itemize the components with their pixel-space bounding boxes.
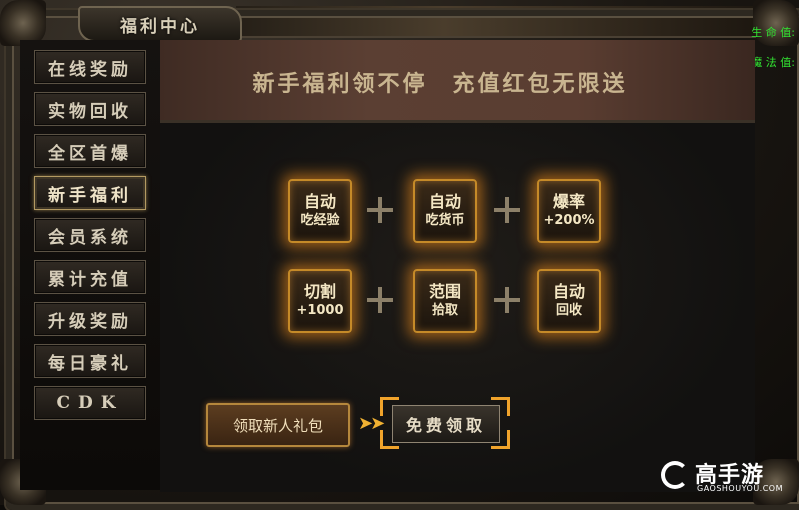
benefit-title: 范围 [428, 282, 461, 301]
free-claim-button[interactable]: 免费领取 [392, 405, 500, 443]
benefit-title: 切割 [303, 282, 336, 301]
sidebar-item-first-drop[interactable]: 全区首爆 [34, 134, 146, 168]
benefit-desc: 回收 [555, 303, 582, 318]
benefit-desc: +1000 [296, 303, 344, 318]
plus-icon [494, 287, 520, 313]
banner-text: 新手福利领不停 充值红包无限送 [252, 71, 628, 97]
benefit-title: 自动 [428, 192, 461, 211]
newbie-gift-label: 领取新人礼包 [206, 403, 350, 447]
benefit-auto-exp: 自动 吃经验 [288, 179, 352, 243]
claim-button-frame: 免费领取 [380, 397, 510, 449]
sidebar: 在线奖励 实物回收 全区首爆 新手福利 会员系统 累计充值 升级奖励 每日豪礼 … [20, 40, 162, 490]
benefit-area-pickup: 范围 拾取 [413, 269, 477, 333]
sidebar-item-level-reward[interactable]: 升级奖励 [34, 302, 146, 336]
sidebar-item-membership[interactable]: 会员系统 [34, 218, 146, 252]
mp-label: 魔 法 值: [751, 56, 795, 69]
window-title: 福利中心 [78, 6, 242, 42]
benefit-title: 自动 [552, 282, 585, 301]
benefit-desc: 吃经验 [300, 213, 340, 228]
benefit-desc: 拾取 [431, 303, 458, 318]
benefits-area: 自动 吃经验 自动 吃货币 爆率 +200% 切割 +1000 范围 拾取 自动… [160, 123, 755, 492]
content-panel: 新手福利领不停 充值红包无限送 自动 吃经验 自动 吃货币 爆率 +200% 切… [160, 40, 755, 492]
benefit-desc: 吃货币 [425, 213, 465, 228]
sidebar-item-item-recycle[interactable]: 实物回收 [34, 92, 146, 126]
benefit-drop-rate: 爆率 +200% [537, 179, 601, 243]
sidebar-item-daily-gift[interactable]: 每日豪礼 [34, 344, 146, 378]
hp-label: 生 命 值: [751, 26, 795, 39]
benefit-auto-currency: 自动 吃货币 [413, 179, 477, 243]
plus-icon [367, 287, 393, 313]
benefit-title: 爆率 [552, 192, 585, 211]
sidebar-item-newbie-benefits[interactable]: 新手福利 [34, 176, 146, 210]
sidebar-item-total-recharge[interactable]: 累计充值 [34, 260, 146, 294]
sidebar-item-online-reward[interactable]: 在线奖励 [34, 50, 146, 84]
watermark-domain: GAOSHOUYOU.COM [697, 484, 784, 493]
player-stats: 生 命 值: 魔 法 值: [751, 18, 795, 78]
watermark: 高手游 GAOSHOUYOU.COM [661, 457, 791, 497]
benefit-cut: 切割 +1000 [288, 269, 352, 333]
arrow-right-icon: ➤➤ [358, 413, 385, 434]
plus-icon [367, 197, 393, 223]
benefit-title: 自动 [303, 192, 336, 211]
plus-icon [494, 197, 520, 223]
benefit-auto-recycle: 自动 回收 [537, 269, 601, 333]
promo-banner: 新手福利领不停 充值红包无限送 [160, 40, 755, 123]
game-window: 福利中心 生 命 值: 魔 法 值: 在线奖励 实物回收 全区首爆 新手福利 会… [0, 0, 799, 510]
benefit-desc: +200% [543, 213, 595, 228]
sidebar-item-cdk[interactable]: CDK [34, 386, 146, 420]
brand-logo-icon [661, 461, 689, 489]
